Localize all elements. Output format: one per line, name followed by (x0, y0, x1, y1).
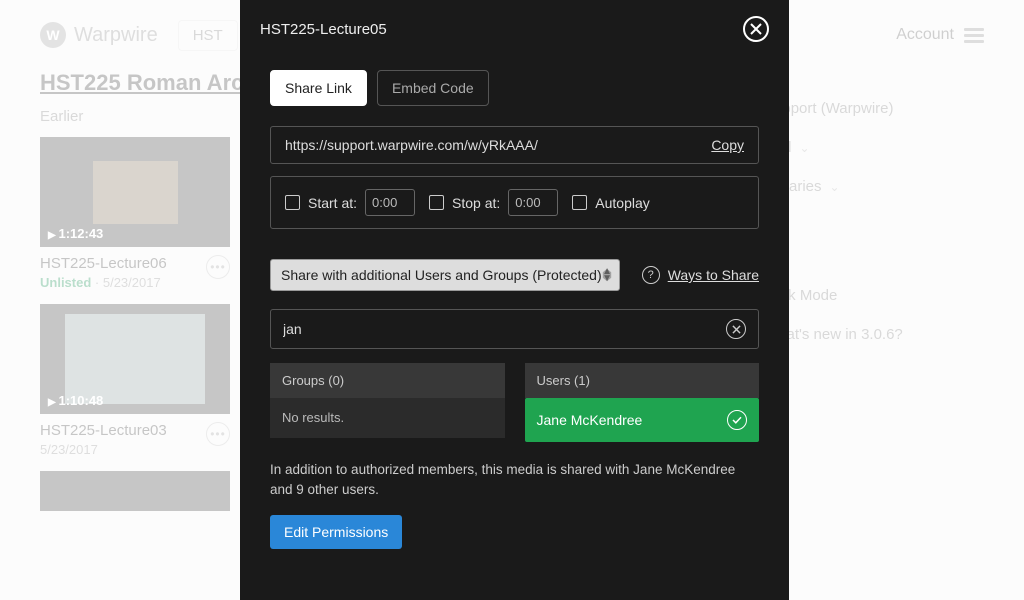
stop-at-label: Stop at: (452, 195, 500, 211)
check-icon (727, 410, 747, 430)
modal-title: HST225-Lecture05 (260, 21, 387, 38)
autoplay-checkbox[interactable] (572, 195, 587, 210)
users-column: Users (1) Jane McKendree (525, 363, 760, 442)
tab-share-link[interactable]: Share Link (270, 70, 367, 106)
help-icon: ? (642, 266, 660, 284)
share-footnote: In addition to authorized members, this … (270, 460, 759, 501)
share-url-box: https://support.warpwire.com/w/yRkAAA/ C… (270, 126, 759, 164)
groups-empty: No results. (270, 398, 505, 438)
groups-header: Groups (0) (270, 363, 505, 398)
stop-at-input[interactable] (508, 189, 558, 216)
user-result-name: Jane McKendree (537, 412, 643, 428)
user-result-item[interactable]: Jane McKendree (525, 398, 760, 442)
clear-search-button[interactable] (726, 319, 746, 339)
share-scope-select[interactable]: Share with additional Users and Groups (… (270, 259, 620, 291)
ways-to-share-link[interactable]: Ways to Share (668, 267, 759, 283)
tab-embed-code[interactable]: Embed Code (377, 70, 489, 106)
share-modal: HST225-Lecture05 Share Link Embed Code h… (240, 0, 789, 600)
users-header: Users (1) (525, 363, 760, 398)
close-icon (732, 325, 741, 334)
start-at-input[interactable] (365, 189, 415, 216)
close-icon (750, 23, 762, 35)
user-search-input[interactable] (283, 321, 726, 337)
start-at-checkbox[interactable] (285, 195, 300, 210)
playback-options: Start at: Stop at: Autoplay (270, 176, 759, 229)
autoplay-label: Autoplay (595, 195, 649, 211)
user-search-box (270, 309, 759, 349)
groups-column: Groups (0) No results. (270, 363, 505, 442)
edit-permissions-button[interactable]: Edit Permissions (270, 515, 402, 549)
stop-at-checkbox[interactable] (429, 195, 444, 210)
start-at-label: Start at: (308, 195, 357, 211)
share-url[interactable]: https://support.warpwire.com/w/yRkAAA/ (285, 137, 711, 153)
copy-button[interactable]: Copy (711, 137, 744, 153)
close-button[interactable] (743, 16, 769, 42)
